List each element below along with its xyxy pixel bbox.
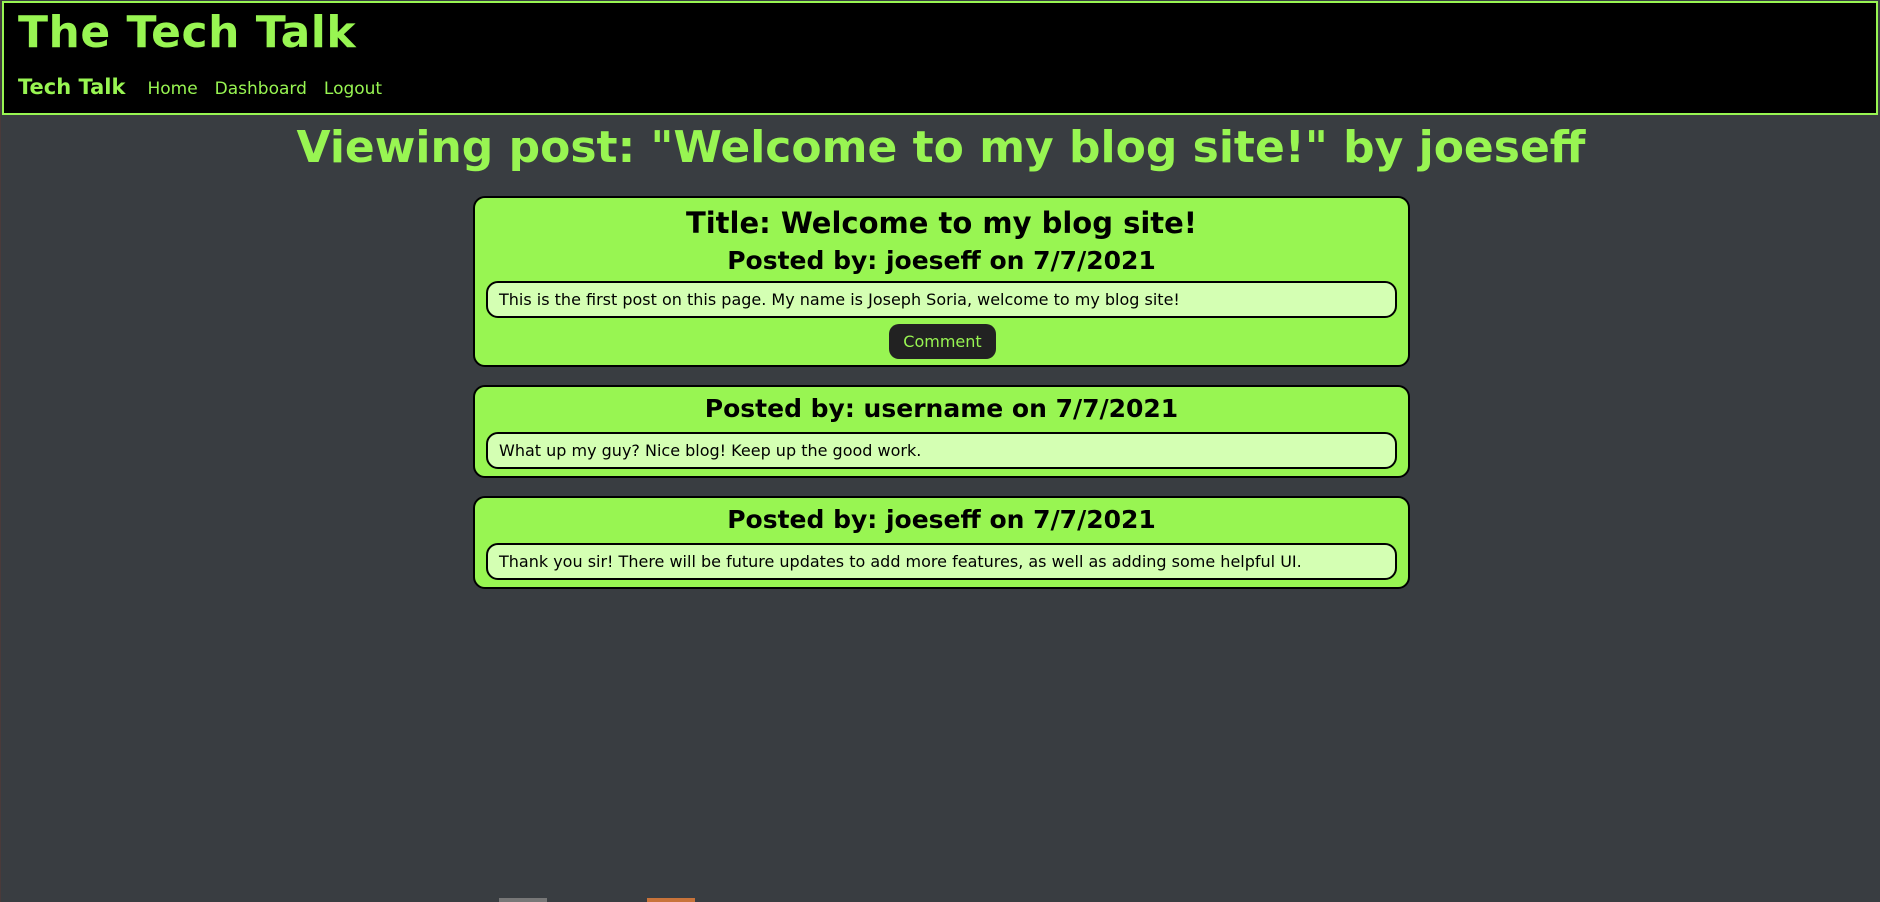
bottom-edge-mark [647,898,695,902]
site-title: The Tech Talk [18,7,357,58]
post-title: Title: Welcome to my blog site! [685,206,1198,240]
comment-byline: Posted by: username on 7/7/2021 [704,394,1179,423]
page-heading: Viewing post: "Welcome to my blog site!"… [296,122,1586,173]
comment-byline: Posted by: joeseff on 7/7/2021 [727,505,1156,534]
comment-content: What up my guy? Nice blog! Keep up the g… [486,432,1397,469]
comment-content: Thank you sir! There will be future upda… [486,543,1397,580]
comment-button[interactable]: Comment [889,324,996,359]
main-nav: Tech Talk Home Dashboard Logout [18,75,399,99]
post-card: Title: Welcome to my blog site! Posted b… [473,196,1410,367]
site-header: The Tech Talk Tech Talk Home Dashboard L… [2,1,1878,115]
nav-link-home[interactable]: Home [147,79,197,99]
nav-link-logout[interactable]: Logout [324,79,382,99]
comment-card: Posted by: username on 7/7/2021 What up … [473,385,1410,478]
bottom-edge-mark [499,898,547,902]
post-byline: Posted by: joeseff on 7/7/2021 [727,246,1156,275]
nav-brand[interactable]: Tech Talk [18,75,125,99]
page: The Tech Talk Tech Talk Home Dashboard L… [0,0,1880,902]
comment-card: Posted by: joeseff on 7/7/2021 Thank you… [473,496,1410,589]
nav-link-dashboard[interactable]: Dashboard [215,79,307,99]
post-content: This is the first post on this page. My … [486,281,1397,318]
